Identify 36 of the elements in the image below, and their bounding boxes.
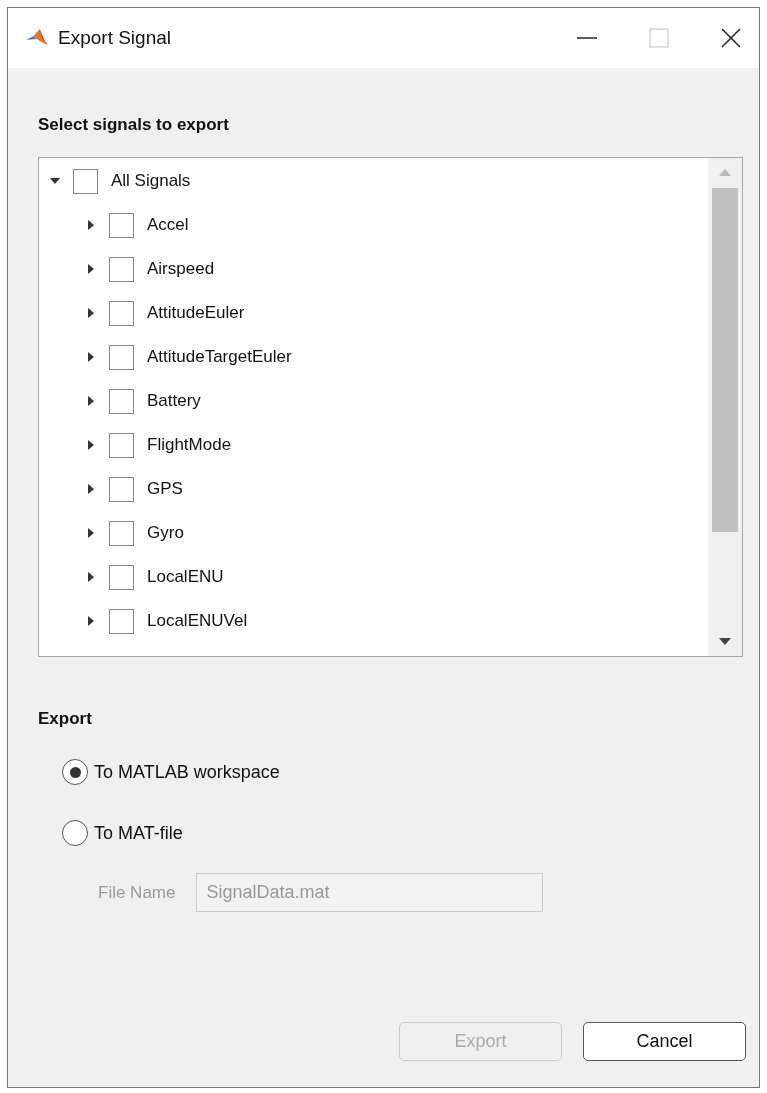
signal-label[interactable]: FlightMode bbox=[147, 435, 232, 455]
window-title: Export Signal bbox=[58, 27, 171, 49]
section-heading: Select signals to export bbox=[38, 115, 230, 135]
checkbox[interactable] bbox=[109, 608, 134, 634]
signal-label[interactable]: Battery bbox=[147, 391, 201, 411]
signal-label[interactable]: Accel bbox=[147, 215, 189, 235]
scrollbar[interactable] bbox=[708, 158, 742, 656]
radio-button[interactable] bbox=[62, 820, 88, 846]
option-label[interactable]: To MAT-file bbox=[94, 822, 183, 844]
checkbox[interactable] bbox=[109, 388, 134, 414]
signal-label[interactable]: AttitudeTargetEuler bbox=[147, 347, 292, 367]
radio-button[interactable] bbox=[62, 759, 88, 785]
checkbox[interactable] bbox=[109, 212, 134, 238]
signal-label[interactable]: LocalENU bbox=[147, 567, 224, 587]
signal-label[interactable]: Airspeed bbox=[147, 259, 215, 279]
scroll-down-icon[interactable] bbox=[719, 638, 731, 646]
checkbox[interactable] bbox=[109, 300, 134, 326]
close-icon[interactable] bbox=[721, 28, 741, 48]
checkbox[interactable] bbox=[109, 564, 134, 590]
signal-label[interactable]: LocalENUVel bbox=[147, 611, 248, 631]
signal-label[interactable]: Gyro bbox=[147, 523, 184, 543]
signal-label[interactable]: AttitudeEuler bbox=[147, 303, 245, 323]
peak-logo-icon bbox=[26, 29, 48, 47]
checkbox[interactable] bbox=[73, 168, 98, 194]
cancel-button[interactable]: Cancel bbox=[583, 1022, 746, 1061]
option-label[interactable]: To MATLAB workspace bbox=[94, 761, 280, 783]
checkbox[interactable] bbox=[109, 344, 134, 370]
checkbox[interactable] bbox=[109, 432, 134, 458]
scroll-thumb[interactable] bbox=[712, 188, 738, 532]
checkbox[interactable] bbox=[109, 256, 134, 282]
signal-label[interactable]: GPS bbox=[147, 479, 183, 499]
section-heading: Export bbox=[38, 709, 93, 729]
checkbox[interactable] bbox=[109, 520, 134, 546]
checkbox[interactable] bbox=[109, 476, 134, 502]
signal-label[interactable]: All Signals bbox=[111, 171, 191, 191]
field-label: File Name bbox=[98, 882, 176, 903]
